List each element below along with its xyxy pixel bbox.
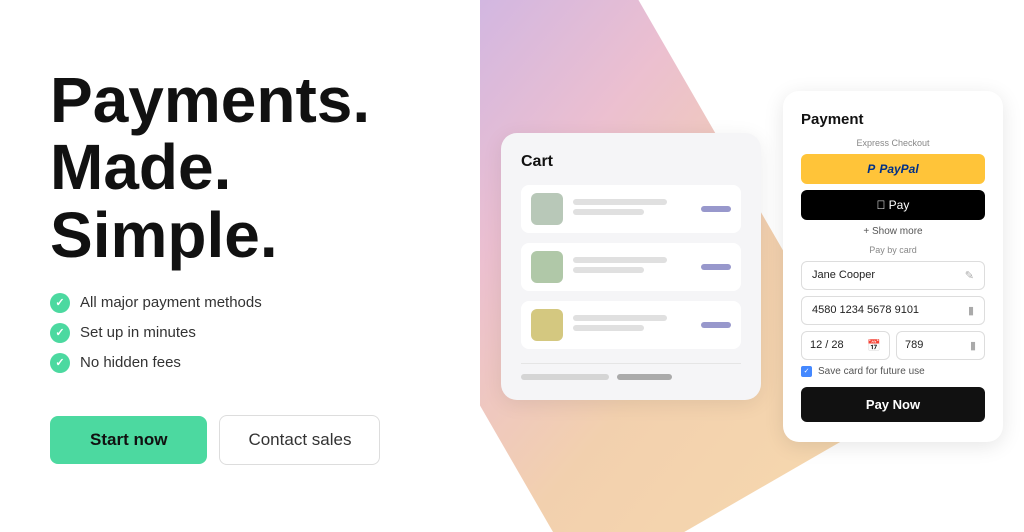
cart-lines-3 — [573, 315, 691, 335]
feature-item-2: Set up in minutes — [50, 323, 430, 343]
cart-thumb-1 — [531, 193, 563, 225]
save-card-checkbox[interactable] — [801, 366, 812, 377]
cart-title: Cart — [521, 153, 741, 171]
cvv-icon: ▮ — [970, 339, 976, 352]
paypal-button[interactable]: P PayPal — [801, 154, 985, 184]
line-3a — [573, 315, 667, 321]
panels-container: Cart — [501, 91, 1003, 442]
line-2a — [573, 257, 667, 263]
pay-now-button[interactable]: Pay Now — [801, 387, 985, 422]
applepay-button[interactable]:  Pay — [801, 190, 985, 220]
card-number-value: 4580 1234 5678 9101 — [812, 304, 919, 316]
save-card-row: Save card for future use — [801, 366, 985, 377]
show-more-link[interactable]: + Show more — [801, 226, 985, 237]
cvv-value: 789 — [905, 339, 923, 351]
start-now-button[interactable]: Start now — [50, 416, 207, 464]
expiry-cvv-row: 12 / 28 📅 789 ▮ — [801, 331, 985, 360]
cardholder-name-value: Jane Cooper — [812, 269, 875, 281]
cart-panel: Cart — [501, 133, 761, 400]
check-icon-2 — [50, 323, 70, 343]
line-3b — [573, 325, 644, 331]
express-label: Express Checkout — [801, 138, 985, 148]
features-list: All major payment methods Set up in minu… — [50, 293, 430, 383]
paypal-label: PayPal — [879, 162, 918, 176]
check-icon-3 — [50, 353, 70, 373]
applepay-label: Pay — [889, 198, 910, 212]
cart-item-3 — [521, 301, 741, 349]
pay-by-card-label: Pay by card — [801, 245, 985, 255]
payment-title: Payment — [801, 111, 985, 128]
headline: Payments. Made. Simple. — [50, 67, 430, 269]
check-icon-1 — [50, 293, 70, 313]
expiry-value: 12 / 28 — [810, 339, 844, 351]
subtotal-label — [521, 374, 609, 380]
line-2b — [573, 267, 644, 273]
contact-sales-button[interactable]: Contact sales — [219, 415, 380, 465]
expiry-field[interactable]: 12 / 28 📅 — [801, 331, 890, 360]
card-icon: ▮ — [968, 304, 974, 317]
cart-lines-2 — [573, 257, 691, 277]
apple-icon:  — [877, 198, 886, 212]
cart-lines-1 — [573, 199, 691, 219]
cardholder-name-field[interactable]: Jane Cooper ✎ — [801, 261, 985, 290]
cart-item-1 — [521, 185, 741, 233]
line-1a — [573, 199, 667, 205]
line-1b — [573, 209, 644, 215]
cta-buttons: Start now Contact sales — [50, 415, 430, 465]
hero-section: Payments. Made. Simple. All major paymen… — [0, 0, 480, 532]
person-icon: ✎ — [965, 269, 974, 282]
cart-price-3 — [701, 322, 731, 328]
cart-item-2 — [521, 243, 741, 291]
cart-thumb-2 — [531, 251, 563, 283]
card-number-field[interactable]: 4580 1234 5678 9101 ▮ — [801, 296, 985, 325]
feature-item-3: No hidden fees — [50, 353, 430, 373]
calendar-icon: 📅 — [867, 339, 881, 352]
cart-subtotal — [521, 363, 741, 380]
cvv-field[interactable]: 789 ▮ — [896, 331, 985, 360]
paypal-p-icon: P — [867, 162, 875, 176]
cart-thumb-3 — [531, 309, 563, 341]
cart-price-2 — [701, 264, 731, 270]
feature-item-1: All major payment methods — [50, 293, 430, 313]
subtotal-value — [617, 374, 672, 380]
demo-section: Cart — [480, 0, 1024, 532]
save-card-label: Save card for future use — [818, 366, 925, 377]
payment-panel: Payment Express Checkout P PayPal  Pay … — [783, 91, 1003, 442]
cart-price-1 — [701, 206, 731, 212]
